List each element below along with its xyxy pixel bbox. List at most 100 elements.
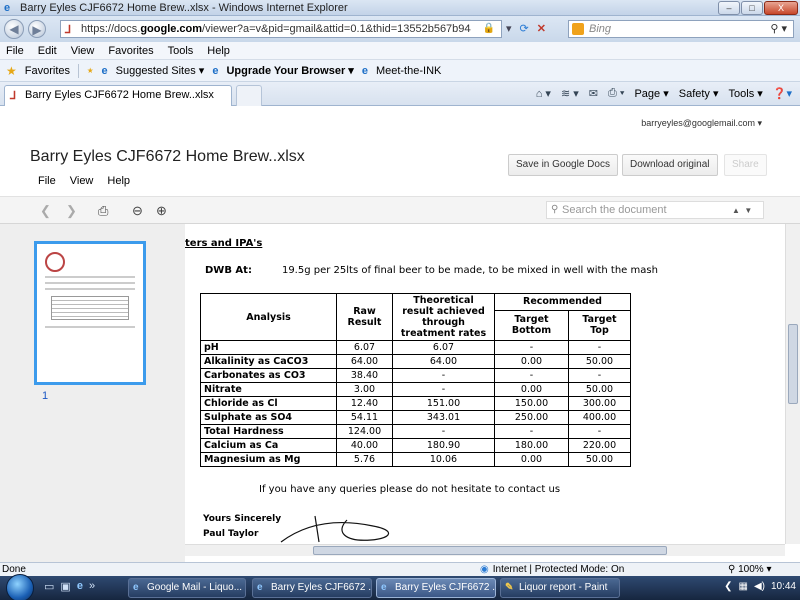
cell-raw: 64.00: [336, 354, 393, 369]
taskbar-paint[interactable]: ✎ Liquor report - Paint: [500, 578, 620, 598]
upgrade-browser-link[interactable]: Upgrade Your Browser ▾: [226, 64, 353, 77]
ie-launch-icon[interactable]: e: [77, 580, 83, 593]
menu-edit[interactable]: Edit: [38, 45, 57, 57]
cell-bottom: 250.00: [494, 410, 569, 425]
menu-help[interactable]: Help: [207, 45, 230, 57]
docs-menu-help[interactable]: Help: [107, 175, 130, 187]
meet-the-ink-link[interactable]: Meet-the-INK: [376, 65, 441, 77]
horizontal-scrollbar[interactable]: [185, 544, 785, 556]
network-icon[interactable]: ▦: [738, 581, 747, 592]
tab-home-brew[interactable]: ⅃ Barry Eyles CJF6672 Home Brew..xlsx: [4, 85, 232, 106]
suggested-sites-link[interactable]: Suggested Sites ▾: [116, 64, 205, 77]
cell-top: 50.00: [568, 382, 631, 397]
zoom-in-icon[interactable]: ⊕: [156, 203, 167, 219]
minimize-button[interactable]: –: [718, 1, 740, 15]
home-icon[interactable]: ⌂ ▾: [536, 87, 551, 100]
search-nav-arrows[interactable]: ▲ ▼: [732, 206, 752, 215]
horizontal-scroll-thumb[interactable]: [313, 546, 667, 555]
url-text: https://docs.google.com/viewer?a=v&pid=g…: [81, 23, 471, 35]
volume-icon[interactable]: ◀): [754, 581, 765, 592]
search-icon: ⚲: [551, 204, 559, 215]
ie-icon: e: [381, 582, 387, 593]
menu-view[interactable]: View: [71, 45, 95, 57]
switch-windows-icon[interactable]: ▣: [60, 580, 70, 593]
closing-line: If you have any queries please do not he…: [259, 484, 561, 495]
show-desktop-icon[interactable]: ▭: [44, 580, 54, 593]
tab-label: Barry Eyles CJF6672 Home Brew..xlsx: [25, 89, 214, 101]
quick-launch-more-icon[interactable]: »: [89, 580, 95, 593]
paint-icon: ✎: [505, 582, 514, 593]
dwb-line: DWB At: 19.5g per 25lts of final beer to …: [205, 265, 658, 276]
search-icon[interactable]: ⚲ ▾: [770, 22, 787, 35]
cell-bottom: -: [494, 340, 569, 355]
cell-top: -: [568, 424, 631, 439]
account-email[interactable]: barryeyles@googlemail.com ▾: [641, 118, 762, 129]
col-target-top: Target Top: [568, 309, 631, 342]
thumb-line: [45, 282, 135, 284]
close-window-button[interactable]: X: [764, 1, 798, 15]
docs-menu-file[interactable]: File: [38, 175, 56, 187]
handwritten-signature: [280, 515, 390, 543]
search-box[interactable]: Bing ⚲ ▾: [568, 20, 794, 38]
back-button[interactable]: ◀: [4, 19, 24, 39]
safety-menu[interactable]: Safety ▾: [679, 87, 719, 100]
dropdown-arrow-icon[interactable]: ▾: [506, 22, 512, 35]
forward-button[interactable]: ▶: [28, 20, 46, 38]
add-favorites-icon[interactable]: ⭑: [87, 63, 93, 78]
cell-top: 50.00: [568, 354, 631, 369]
refresh-icon[interactable]: ⟳: [520, 22, 529, 35]
lock-icon[interactable]: 🔒: [483, 23, 495, 34]
table-thumbnail: [51, 296, 129, 320]
zoom-level[interactable]: ⚲ 100% ▾: [728, 564, 772, 575]
taskbar-barry-eyles-1[interactable]: e Barry Eyles CJF6672 ...: [252, 578, 372, 598]
feeds-icon[interactable]: ≋ ▾: [561, 87, 579, 100]
cell-analysis: Alkalinity as CaCO3: [200, 354, 337, 369]
page-thumbnail[interactable]: [34, 241, 146, 385]
menu-file[interactable]: File: [6, 45, 24, 57]
security-zone[interactable]: ◉ Internet | Protected Mode: On: [480, 564, 624, 575]
save-in-google-docs-button[interactable]: Save in Google Docs: [508, 154, 618, 176]
help-icon[interactable]: ❓▾: [773, 87, 792, 100]
cell-analysis: Total Hardness: [200, 424, 337, 439]
viewer-toolbar: ❮ ❯ ⎙ ⊖ ⊕ ⚲ Search the document ▲ ▼: [0, 196, 800, 224]
new-tab-button[interactable]: [236, 85, 262, 106]
tray-arrow-icon[interactable]: ❮: [724, 581, 732, 592]
cell-theoretical: 64.00: [392, 354, 495, 369]
cell-top: -: [568, 368, 631, 383]
docs-menu-view[interactable]: View: [70, 175, 94, 187]
taskbar-barry-eyles-2[interactable]: e Barry Eyles CJF6672 ...: [376, 578, 496, 598]
vertical-scrollbar[interactable]: [785, 224, 800, 544]
mail-icon[interactable]: ✉: [589, 87, 598, 100]
print-icon[interactable]: ⎙ ▾: [608, 87, 624, 100]
next-page-icon[interactable]: ❯: [66, 203, 77, 219]
col-theoretical: Theoretical result achieved through trea…: [392, 293, 495, 341]
cell-analysis: Sulphate as SO4: [200, 410, 337, 425]
cell-theoretical: 6.07: [392, 340, 495, 355]
col-analysis: Analysis: [200, 293, 337, 341]
print-icon[interactable]: ⎙: [98, 203, 108, 219]
cell-theoretical: 10.06: [392, 452, 495, 467]
maximize-button[interactable]: □: [741, 1, 763, 15]
previous-page-icon[interactable]: ❮: [40, 203, 51, 219]
menu-tools[interactable]: Tools: [168, 45, 194, 57]
signatory-name: Paul Taylor: [203, 529, 259, 539]
taskbar-google-mail[interactable]: e Google Mail - Liquo...: [128, 578, 246, 598]
clock[interactable]: 10:44: [771, 581, 796, 592]
menu-favorites[interactable]: Favorites: [108, 45, 153, 57]
start-button[interactable]: [6, 574, 34, 600]
page-menu[interactable]: Page ▾: [634, 87, 668, 100]
stop-icon[interactable]: ✕: [537, 22, 546, 35]
tools-menu[interactable]: Tools ▾: [729, 87, 763, 100]
vertical-scroll-thumb[interactable]: [788, 324, 798, 404]
favorites-button[interactable]: Favorites: [25, 65, 70, 77]
table-row: Nitrate 3.00 - 0.00 50.00: [200, 382, 631, 397]
water-analysis-table: Analysis Raw Result Theoretical result a…: [200, 293, 631, 467]
share-button[interactable]: Share: [724, 154, 767, 176]
logo-thumbnail: [45, 252, 65, 272]
cell-raw: 5.76: [336, 452, 393, 467]
table-row: Sulphate as SO4 54.11 343.01 250.00 400.…: [200, 410, 631, 425]
address-bar[interactable]: ⅃ https://docs.google.com/viewer?a=v&pid…: [60, 20, 502, 38]
download-original-button[interactable]: Download original: [622, 154, 718, 176]
cell-bottom: -: [494, 424, 569, 439]
zoom-out-icon[interactable]: ⊖: [132, 203, 143, 219]
